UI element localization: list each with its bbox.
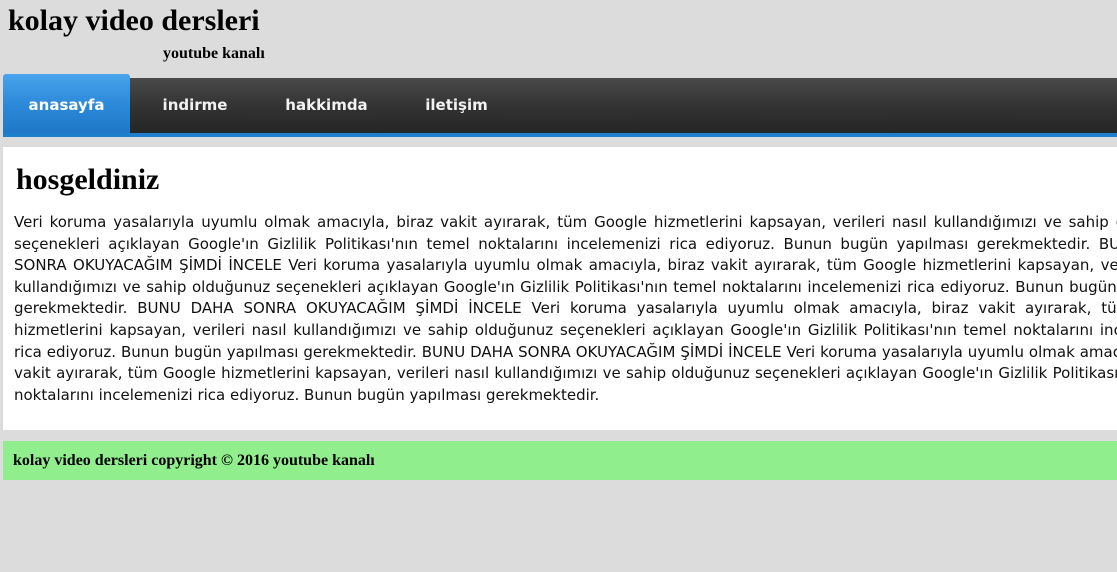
- nav-item-iletisim[interactable]: iletişim: [393, 78, 520, 133]
- nav-item-anasayfa[interactable]: anasayfa: [3, 74, 130, 133]
- site-title: kolay video dersleri: [8, 4, 260, 37]
- nav-item-hakkimda[interactable]: hakkimda: [260, 78, 393, 133]
- page-heading: hosgeldiniz: [16, 163, 160, 196]
- footer-copyright: kolay video dersleri copyright © 2016 yo…: [13, 452, 375, 469]
- page-footer: kolay video dersleri copyright © 2016 yo…: [3, 441, 1117, 480]
- site-subtitle: youtube kanalı: [163, 45, 265, 62]
- main-content: hosgeldiniz Veri koruma yasalarıyla uyum…: [3, 147, 1117, 430]
- nav-item-indirme[interactable]: indirme: [130, 78, 260, 133]
- main-navbar: anasayfa indirme hakkimda iletişim: [3, 74, 1117, 137]
- content-paragraph: Veri koruma yasalarıyla uyumlu olmak ama…: [14, 213, 1117, 404]
